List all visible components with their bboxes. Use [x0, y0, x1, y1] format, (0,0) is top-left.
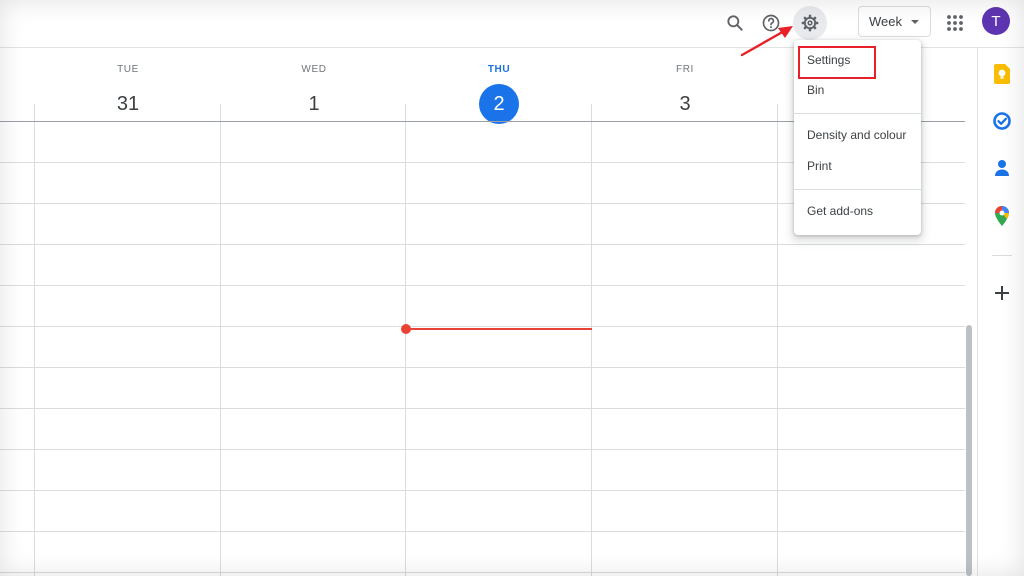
day-number[interactable]: 3 [665, 84, 705, 124]
grid-column-line [220, 122, 221, 576]
menu-divider [794, 113, 921, 114]
menu-item-density-and-colour[interactable]: Density and colour [794, 120, 921, 150]
header-column-divider [220, 104, 221, 122]
current-time-line [406, 328, 592, 330]
grid-column-line [405, 122, 406, 576]
day-name: THU [487, 64, 511, 75]
grid-scrollbar[interactable] [966, 325, 972, 576]
day-number[interactable]: 1 [294, 84, 334, 124]
header-column-divider [405, 104, 406, 122]
grid-hour-line [0, 244, 965, 245]
grid-hour-line [0, 449, 965, 450]
day-number[interactable]: 31 [108, 84, 148, 124]
day-name: FRI [676, 64, 694, 75]
day-header-thu[interactable]: THU 2 [406, 50, 592, 124]
header-column-divider [34, 104, 35, 122]
maps-icon[interactable] [990, 204, 1014, 228]
day-name: WED [301, 64, 327, 75]
day-header-wed[interactable]: WED 1 [221, 50, 407, 120]
tasks-icon[interactable] [990, 109, 1014, 133]
view-selector-label: Week [869, 14, 902, 29]
grid-hour-line [0, 367, 965, 368]
add-icon[interactable] [990, 281, 1014, 305]
annotation-highlight-box [798, 46, 876, 79]
caret-down-icon [911, 20, 919, 24]
grid-hour-line [0, 285, 965, 286]
header-column-divider [777, 104, 778, 122]
grid-column-line [591, 122, 592, 576]
contacts-icon[interactable] [990, 156, 1014, 180]
grid-hour-line [0, 531, 965, 532]
day-header-fri[interactable]: FRI 3 [592, 50, 778, 120]
account-avatar[interactable]: T [982, 7, 1010, 35]
side-panel-divider [992, 255, 1012, 256]
menu-item-print[interactable]: Print [794, 151, 921, 181]
keep-icon[interactable] [990, 62, 1014, 86]
grid-column-line [34, 122, 35, 576]
day-header-tue[interactable]: TUE 31 [35, 50, 221, 120]
day-name: TUE [117, 64, 139, 75]
day-number-today[interactable]: 2 [479, 84, 519, 124]
annotation-arrow [740, 26, 793, 57]
view-selector[interactable]: Week [858, 6, 931, 37]
apps-grid-icon [947, 15, 963, 31]
grid-column-line [777, 122, 778, 576]
current-time-dot [401, 324, 411, 334]
header-column-divider [591, 104, 592, 122]
side-panel [977, 48, 1024, 576]
gear-icon [801, 14, 819, 32]
grid-hour-line [0, 490, 965, 491]
apps-button[interactable] [938, 6, 972, 40]
grid-hour-line [0, 326, 965, 327]
menu-item-get-add-ons[interactable]: Get add-ons [794, 196, 921, 226]
grid-hour-line [0, 572, 965, 573]
grid-hour-line [0, 408, 965, 409]
settings-button[interactable] [793, 6, 827, 40]
menu-divider [794, 189, 921, 190]
menu-item-bin[interactable]: Bin [794, 75, 921, 105]
